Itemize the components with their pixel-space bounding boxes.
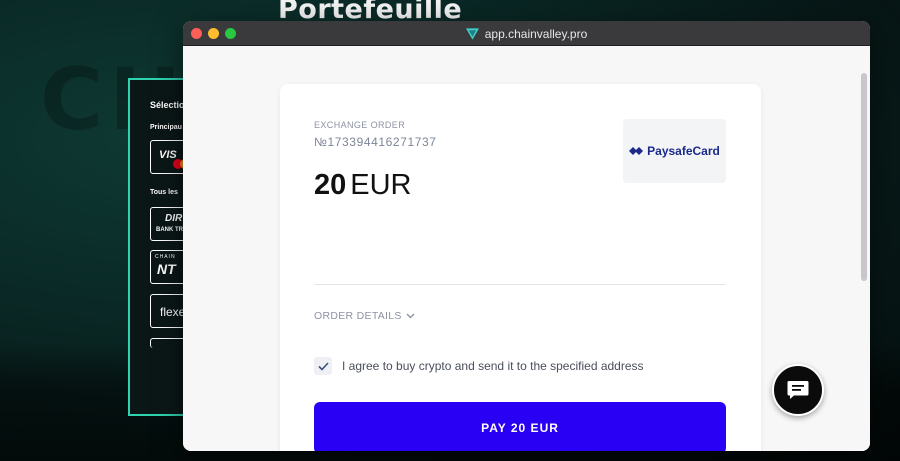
url-text: app.chainvalley.pro	[484, 26, 588, 41]
browser-window: app.chainvalley.pro EXCHANGE ORDER №1733…	[183, 21, 870, 451]
vertical-scrollbar[interactable]	[861, 73, 867, 281]
window-titlebar: app.chainvalley.pro	[183, 21, 870, 46]
payment-method-name: PaysafeCard	[647, 144, 720, 158]
chat-button[interactable]	[772, 364, 824, 416]
pay-button[interactable]: PAY 20 EUR	[314, 402, 726, 451]
checkmark-icon	[317, 361, 329, 371]
amount-currency: EUR	[350, 169, 412, 201]
address-bar: app.chainvalley.pro	[183, 21, 870, 46]
divider	[314, 284, 726, 285]
paysafecard-logo-icon	[629, 147, 644, 155]
page-content: EXCHANGE ORDER №173394416271737 20 EUR Pa…	[183, 46, 870, 451]
agreement-row: I agree to buy crypto and send it to the…	[314, 357, 644, 375]
payment-method-badge: PaysafeCard	[623, 119, 726, 183]
chevron-down-icon	[406, 313, 415, 319]
agree-checkbox[interactable]	[314, 357, 332, 375]
direct-label: DIR	[165, 213, 183, 224]
chain-label: CHAIN	[155, 254, 176, 260]
amount-value: 20	[314, 169, 347, 201]
background-panel-subheading-all: Tous les	[150, 189, 178, 196]
order-number: №173394416271737	[314, 135, 437, 149]
triangle-logo-icon	[465, 27, 479, 40]
order-details-label: ORDER DETAILS	[314, 310, 402, 322]
agree-text: I agree to buy crypto and send it to the…	[342, 359, 644, 373]
order-label: EXCHANGE ORDER	[314, 120, 406, 130]
flex-label: flexe	[160, 305, 186, 319]
background-panel-subheading: Principau	[150, 124, 182, 131]
order-amount: 20 EUR	[314, 169, 412, 202]
chat-bubble-icon	[787, 381, 809, 399]
exchange-order-card: EXCHANGE ORDER №173394416271737 20 EUR Pa…	[280, 84, 761, 451]
bank-transfer-label: BANK TR	[156, 227, 183, 233]
chain-main-label: NT	[157, 261, 176, 277]
order-details-toggle[interactable]: ORDER DETAILS	[314, 310, 415, 322]
